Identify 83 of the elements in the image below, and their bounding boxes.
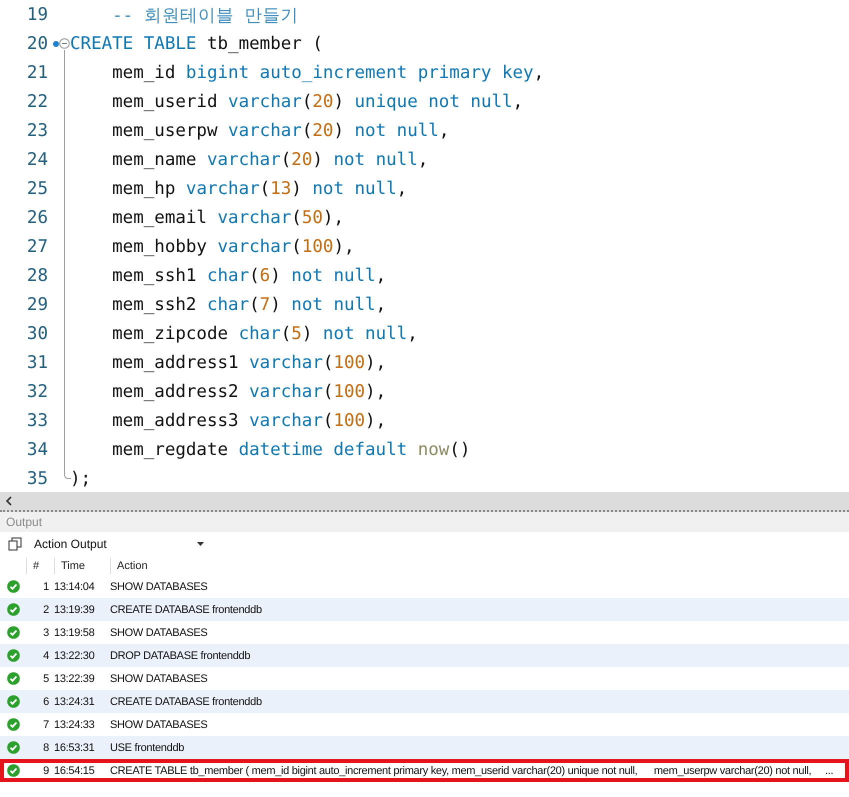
line-number: 34 [26,440,48,460]
code-comment: -- 회원테이블 만들기 [111,4,298,26]
code-line: CREATE TABLE tb_member ( [70,34,323,54]
row-number: 1 [42,580,50,592]
line-number: 28 [26,266,48,286]
code-line: mem_regdate datetime default now() [111,440,470,460]
action-cell: CREATE DATABASE frontenddb [110,696,262,708]
time-cell-text: 13:22:39 [54,672,96,684]
code-line: mem_hobby varchar(100), [111,236,355,256]
row-number: 5 [42,672,50,684]
success-icon [6,626,20,639]
column-header[interactable]: Time [54,558,110,574]
line-number: 35 [26,468,48,488]
code-line: mem_address3 varchar(100), [111,410,386,430]
code-line: mem_ssh2 char(7) not null, [111,294,386,314]
log-row[interactable]: 2 13:19:39 CREATE DATABASE frontenddb [0,598,849,621]
horizontal-scrollbar[interactable] [0,492,849,512]
line-number: 22 [26,92,48,112]
success-icon [6,580,20,593]
action-cell: SHOW DATABASES [110,672,208,684]
success-icon [6,764,20,777]
action-cell: DROP DATABASE frontenddb [110,650,250,662]
code-line: mem_hp varchar(13) not null, [111,178,408,198]
code-line: ); [70,468,92,488]
code-line: mem_ssh1 char(6) not null, [111,266,386,286]
success-icon [6,672,20,685]
action-cell: SHOW DATABASES [110,580,208,592]
action-cell: CREATE TABLE tb_member ( mem_id bigint auto_increment primary key, mem_userid varchar(20) unique not null, mem_userpw varchar(20) not null, ... [110,764,834,776]
action-cell: USE frontenddb [110,742,184,754]
log-row[interactable]: 9 16:54:15 CREATE TABLE tb_member ( mem_id bigint auto_increment primary key, mem_userid varchar(20) unique not null, mem_userpw varchar(20) not null, ... [0,759,849,782]
column-header[interactable]: Action [110,558,610,574]
copy-icon[interactable] [8,537,22,551]
line-number: 21 [26,62,48,82]
code-line: mem_email varchar(50), [111,208,344,228]
code-line: mem_address1 varchar(100), [111,352,386,372]
line-number: 23 [26,120,48,140]
success-icon [6,649,20,662]
time-cell-text: 13:19:39 [54,604,96,616]
time-cell-text: 13:22:30 [54,650,96,662]
line-number: 24 [26,150,48,170]
time-cell-text: 16:53:31 [54,742,96,754]
success-icon [6,603,20,616]
panel-title: Output [6,515,42,529]
time-cell-text: 13:14:04 [54,580,96,592]
success-icon [6,741,20,754]
line-number: 26 [26,208,48,228]
row-number: 7 [42,718,50,730]
code-line: mem_id bigint auto_increment primary key, [111,62,544,82]
time-cell-text: 16:54:15 [54,764,96,776]
line-number: 31 [26,352,48,372]
time-cell-text: 13:19:58 [54,626,96,638]
code-line: mem_address2 varchar(100), [111,382,386,402]
log-row[interactable]: 4 13:22:30 DROP DATABASE frontenddb [0,644,849,667]
action-cell: CREATE DATABASE frontenddb [110,604,262,616]
column-header[interactable]: # [26,558,54,574]
log-row[interactable]: 6 13:24:31 CREATE DATABASE frontenddb [0,690,849,713]
row-number: 8 [42,742,50,754]
code-line: mem_name varchar(20) not null, [111,150,428,170]
line-number: 33 [26,410,48,430]
log-row[interactable]: 8 16:53:31 USE frontenddb [0,736,849,759]
success-icon [6,718,20,731]
row-number: 6 [42,696,50,708]
row-number: 3 [42,626,50,638]
line-number: 30 [26,324,48,344]
line-number: 25 [26,178,48,198]
line-number: 32 [26,382,48,402]
line-number: 27 [26,236,48,256]
time-cell-text: 13:24:31 [54,696,96,708]
line-number: 20 [26,34,48,54]
row-number: 2 [42,604,50,616]
line-number: 29 [26,294,48,314]
collapse-icon[interactable] [59,38,70,49]
action-cell: SHOW DATABASES [110,718,208,730]
action-cell: SHOW DATABASES [110,626,208,638]
success-icon [6,695,20,708]
dropdown-caret-icon [197,542,204,546]
line-number: 19 [26,4,48,24]
row-number: 4 [42,650,50,662]
code-line: mem_userid varchar(20) unique not null, [111,92,524,112]
time-cell-text: 13:24:33 [54,718,96,730]
row-number: 9 [42,764,50,776]
code-line: mem_userpw varchar(20) not null, [111,120,450,140]
code-line: mem_zipcode char(5) not null, [111,324,418,344]
